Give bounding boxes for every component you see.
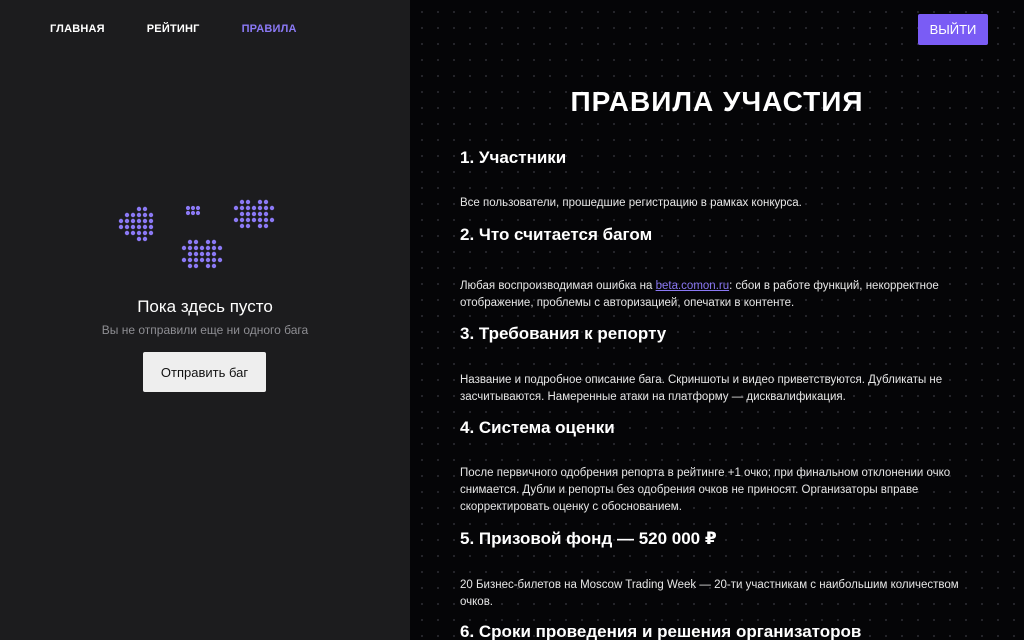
rules-section-bug-definition: 2. Что считается багом Любая воспроизвод… bbox=[460, 225, 960, 312]
beta-site-link[interactable]: beta.comon.ru bbox=[656, 280, 730, 292]
right-panel: ВЫЙТИ ПРАВИЛА УЧАСТИЯ 1. Участники Все п… bbox=[410, 0, 1024, 640]
rules-section-participants: 1. Участники Все пользователи, прошедшие… bbox=[460, 148, 960, 212]
page: ГЛАВНАЯ РЕЙТИНГ ПРАВИЛА Пока здесь пусто… bbox=[0, 0, 1024, 640]
section-text: Все пользователи, прошедшие регистрацию … bbox=[460, 197, 802, 209]
bugs-illustration-icon bbox=[118, 199, 275, 269]
main-nav: ГЛАВНАЯ РЕЙТИНГ ПРАВИЛА bbox=[50, 23, 339, 35]
section-text: Любая воспроизводимая ошибка на beta.com… bbox=[460, 278, 960, 312]
section-heading: 5. Призовой фонд — 520 000 ₽ bbox=[460, 529, 717, 548]
section-text: После первичного одобрения репорта в рей… bbox=[460, 467, 951, 513]
rules-section-terms: 6. Сроки проведения и решения организато… bbox=[460, 622, 960, 640]
section-heading: 1. Участники bbox=[460, 148, 567, 167]
left-panel: ГЛАВНАЯ РЕЙТИНГ ПРАВИЛА Пока здесь пусто… bbox=[0, 0, 410, 640]
nav-item-rules[interactable]: ПРАВИЛА bbox=[242, 23, 297, 35]
section-heading: 6. Сроки проведения и решения организато… bbox=[460, 622, 862, 640]
section-text-before-link: Любая воспроизводимая ошибка на bbox=[460, 280, 656, 292]
nav-item-rating[interactable]: РЕЙТИНГ bbox=[147, 23, 200, 35]
section-heading: 4. Система оценки bbox=[460, 418, 615, 437]
logout-button[interactable]: ВЫЙТИ bbox=[918, 14, 988, 45]
section-text: 20 Бизнес-билетов на Moscow Trading Week… bbox=[460, 579, 959, 608]
rules-section-report-requirements: 3. Требования к репорту Название и подро… bbox=[460, 324, 960, 406]
section-heading: 2. Что считается багом bbox=[460, 225, 653, 244]
empty-state-subtitle: Вы не отправили еще ни одного бага bbox=[101, 323, 309, 337]
nav-item-home[interactable]: ГЛАВНАЯ bbox=[50, 23, 105, 35]
empty-state-title: Пока здесь пусто bbox=[137, 297, 273, 316]
send-bug-button[interactable]: Отправить баг bbox=[143, 352, 266, 392]
section-text: Название и подробное описание бага. Скри… bbox=[460, 374, 943, 403]
page-title: ПРАВИЛА УЧАСТИЯ bbox=[570, 86, 864, 117]
rules-section-prize-fund: 5. Призовой фонд — 520 000 ₽ 20 Бизнес-б… bbox=[460, 529, 960, 611]
rules-section-scoring: 4. Система оценки После первичного одобр… bbox=[460, 418, 960, 516]
section-heading: 3. Требования к репорту bbox=[460, 324, 667, 343]
